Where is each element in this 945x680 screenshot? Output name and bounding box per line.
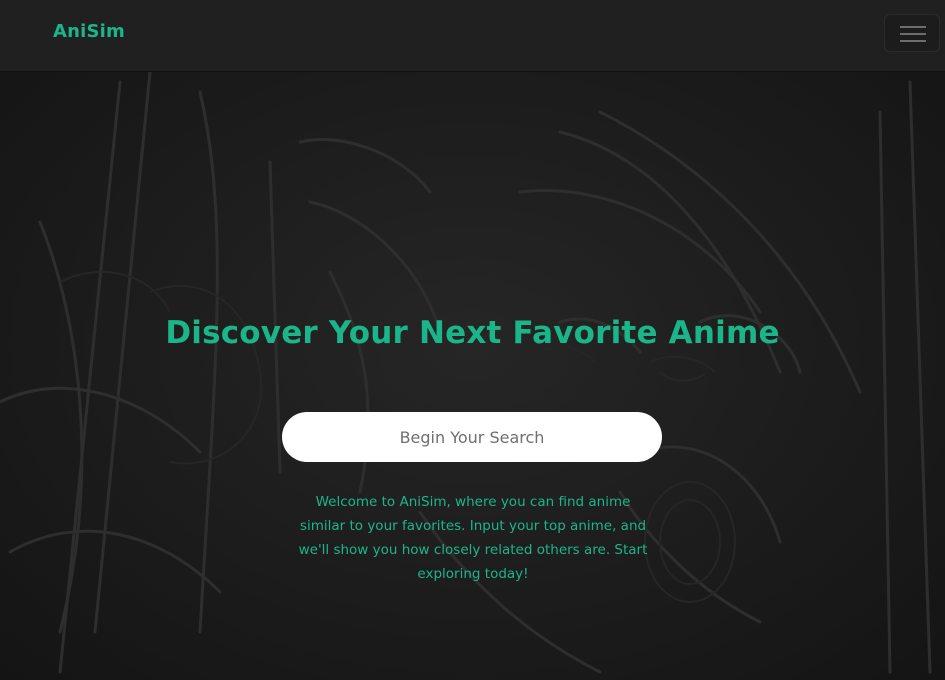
menu-bar-line <box>900 26 926 28</box>
hamburger-menu-icon[interactable] <box>884 14 940 52</box>
menu-bar-line <box>900 40 926 42</box>
hero-description: Welcome to AniSim, where you can find an… <box>298 494 648 582</box>
anime-line-art-background <box>0 72 932 674</box>
menu-bar-line <box>900 33 926 35</box>
hero-title: Discover Your Next Favorite Anime <box>165 315 780 351</box>
hero-section: Discover Your Next Favorite Anime Begin … <box>0 72 945 680</box>
navbar: AniSim <box>0 0 945 72</box>
begin-search-button[interactable]: Begin Your Search <box>282 412 662 462</box>
brand-logo[interactable]: AniSim <box>53 21 125 42</box>
